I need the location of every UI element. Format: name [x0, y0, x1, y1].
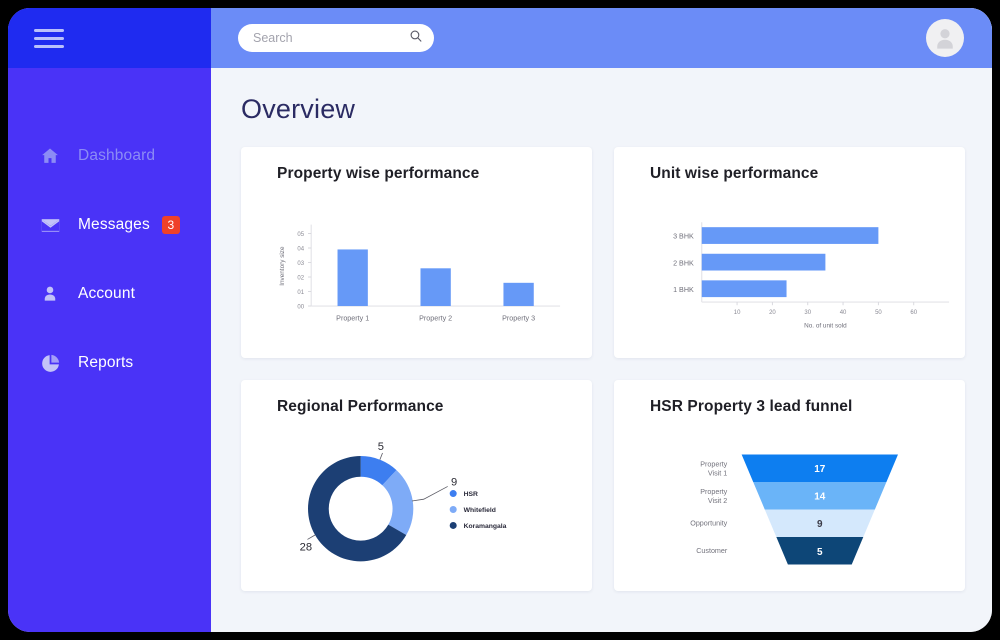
card-property-wise-performance: Property wise performance 00 01 02 03 04 05 In…: [241, 147, 592, 358]
hamburger-icon[interactable]: [34, 28, 64, 48]
svg-text:50: 50: [875, 310, 882, 316]
svg-text:Inventory size: Inventory size: [279, 246, 286, 286]
svg-text:No. of unit sold: No. of unit sold: [804, 323, 847, 330]
sidebar-nav: Dashboard Messages 3 Account Reports: [8, 138, 211, 414]
hamburger-bar: [34, 28, 64, 32]
donut-chart: 5 9 28 HSR Whitefield Koramangala: [300, 441, 507, 562]
card-grid: Property wise performance 00 01 02 03 04 05 In…: [241, 147, 965, 591]
sidebar-item-label: Account: [78, 285, 136, 302]
bar: [337, 249, 368, 307]
search-box[interactable]: [238, 24, 434, 52]
svg-text:01: 01: [297, 290, 304, 296]
main-region: Overview Property wise performance 00010…: [211, 8, 992, 632]
svg-text:14: 14: [814, 492, 826, 503]
bar: [420, 268, 451, 307]
legend-swatch: [449, 505, 457, 514]
bar: [503, 282, 534, 307]
card-regional-performance: Regional Performance 5 9 28 HSR Whitefield Ko…: [241, 380, 592, 591]
user-avatar-icon: [937, 29, 953, 49]
content-area: Overview Property wise performance 00 01 0…: [211, 68, 992, 632]
legend-swatch: [449, 490, 457, 498]
bar-chart-horizontal: 10 20 30 40 50 60 No. of unit sold 3 BHK 2 BHK 1 …: [673, 222, 950, 330]
svg-text:00: 00: [297, 304, 304, 310]
svg-text:Property 2: Property 2: [419, 314, 452, 322]
bar-chart-vertical: 00 01 02 03 04 05 Inventory size Property 1 Prop…: [279, 224, 561, 322]
svg-text:03: 03: [297, 261, 304, 267]
svg-text:30: 30: [804, 310, 811, 316]
svg-text:02: 02: [297, 275, 304, 281]
svg-text:Property 1: Property 1: [336, 314, 369, 322]
chart-lead-funnel: 17 Property Visit 1 14 Property Visit 2 9 Oppor…: [614, 428, 965, 591]
card-title: Unit wise performance: [650, 165, 819, 182]
pie-chart-icon: [39, 352, 61, 374]
svg-text:28: 28: [300, 542, 312, 554]
chart-unit-wise-performance: 10 20 30 40 50 60 No. of unit sold 3 BHK 2 BHK 1 …: [614, 195, 965, 358]
svg-text:Whitefield: Whitefield: [464, 507, 496, 514]
svg-text:40: 40: [840, 310, 847, 316]
card-lead-funnel: HSR Property 3 lead funnel 17 Property Vis…: [614, 380, 965, 591]
svg-text:05: 05: [297, 232, 304, 238]
svg-text:Opportunity: Opportunity: [690, 520, 727, 528]
svg-text:3 BHK: 3 BHK: [673, 233, 694, 241]
hamburger-bar: [34, 36, 64, 40]
svg-text:Property: Property: [700, 461, 727, 469]
funnel-chart: 17PropertyVisit 114PropertyVisit 29Oppor…: [690, 454, 898, 565]
svg-text:Customer: Customer: [696, 547, 728, 555]
sidebar-item-messages[interactable]: Messages 3: [8, 207, 211, 243]
person-icon: [39, 283, 61, 305]
card-title: Property wise performance: [277, 165, 480, 182]
svg-text:Visit 2: Visit 2: [708, 497, 727, 505]
sidebar-item-label: Messages: [78, 216, 150, 233]
page-title: Overview: [241, 94, 356, 124]
svg-text:HSR: HSR: [464, 491, 478, 498]
sidebar-item-label: Reports: [78, 354, 134, 371]
svg-text:Koramangala: Koramangala: [464, 523, 507, 530]
svg-text:9: 9: [451, 477, 457, 489]
sidebar-item-dashboard[interactable]: Dashboard: [8, 138, 211, 174]
svg-text:Property: Property: [700, 488, 727, 496]
bar: [701, 280, 787, 298]
sidebar-logo-block: [8, 8, 211, 68]
svg-text:Property 3: Property 3: [502, 314, 535, 322]
svg-text:17: 17: [814, 464, 826, 475]
chart-regional-performance: 5 9 28 HSR Whitefield Koramangala: [241, 428, 592, 591]
home-icon: [39, 145, 61, 167]
bar: [701, 227, 879, 244]
search-icon[interactable]: [409, 29, 423, 48]
messages-badge: 3: [161, 216, 180, 234]
card-title: HSR Property 3 lead funnel: [650, 398, 853, 415]
legend-swatch: [449, 521, 457, 529]
sidebar-item-reports[interactable]: Reports: [8, 345, 211, 381]
bar: [701, 253, 826, 271]
avatar[interactable]: [926, 19, 964, 57]
svg-text:Visit 1: Visit 1: [708, 469, 727, 477]
hamburger-bar: [34, 44, 64, 48]
svg-text:10: 10: [734, 310, 741, 316]
search-input[interactable]: [253, 31, 409, 45]
svg-text:1 BHK: 1 BHK: [673, 286, 694, 294]
card-unit-wise-performance: Unit wise performance 10 20 30 40 50 60 No. of…: [614, 147, 965, 358]
topbar: [211, 8, 992, 68]
svg-text:60: 60: [910, 310, 917, 316]
svg-text:04: 04: [297, 246, 304, 252]
sidebar-item-label: Dashboard: [78, 147, 156, 164]
sidebar: Dashboard Messages 3 Account Reports: [8, 8, 211, 632]
svg-text:9: 9: [817, 519, 823, 530]
svg-text:5: 5: [378, 441, 384, 453]
svg-text:20: 20: [769, 310, 776, 316]
card-title: Regional Performance: [277, 398, 444, 415]
svg-text:2 BHK: 2 BHK: [673, 259, 694, 267]
envelope-icon: [39, 214, 61, 236]
chart-property-wise-performance: 00 01 02 03 04 05 Inventory size Property 1 Prop…: [241, 195, 592, 358]
sidebar-item-account[interactable]: Account: [8, 276, 211, 312]
svg-text:5: 5: [817, 547, 823, 558]
app-window: Dashboard Messages 3 Account Reports Sea…: [8, 8, 992, 632]
